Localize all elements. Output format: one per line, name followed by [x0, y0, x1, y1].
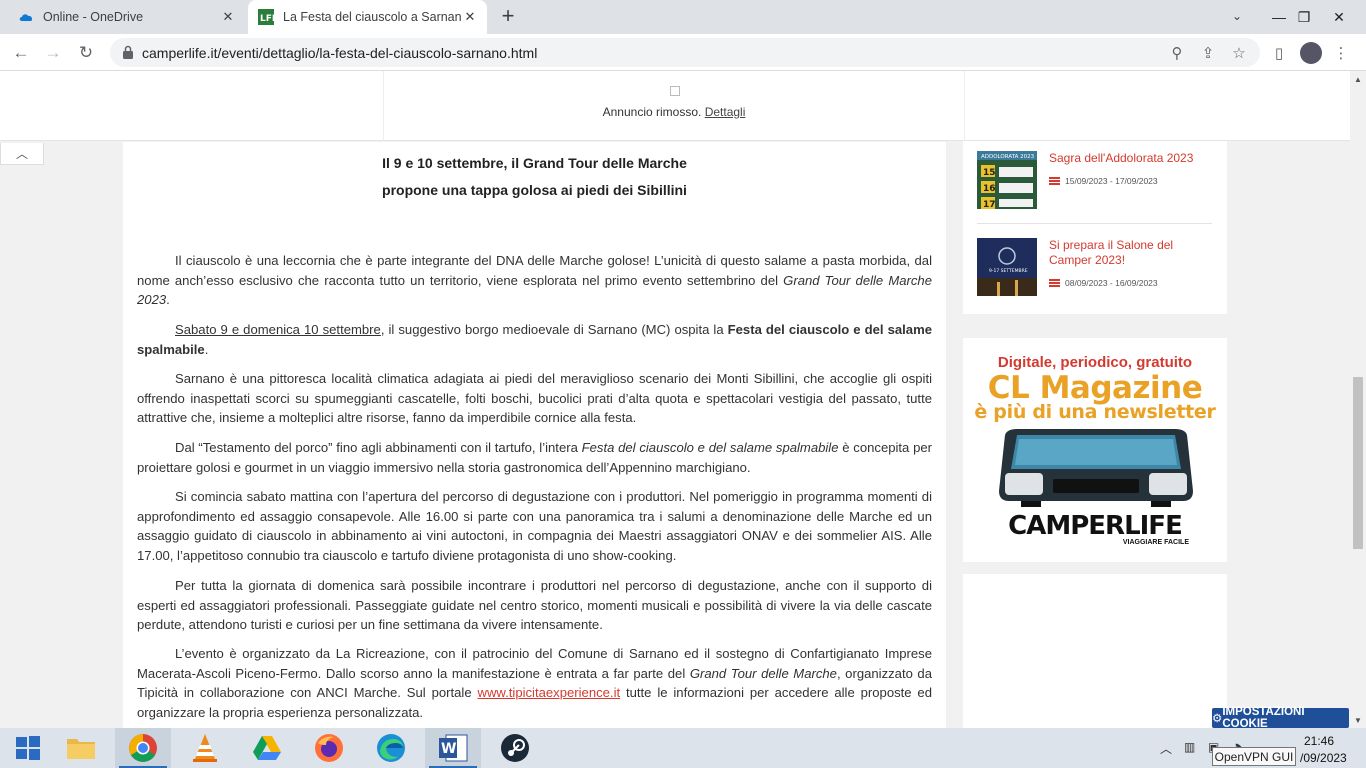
calendar-lines-icon	[1049, 279, 1060, 287]
tab-strip: Online - OneDrive ✕ LFE La Festa del cia…	[0, 0, 1366, 34]
url-text: camperlife.it/eventi/dettaglio/la-festa-…	[142, 45, 538, 61]
cookie-settings-button[interactable]: ⚙ IMPOSTAZIONI COOKIE	[1212, 706, 1349, 728]
close-window-button[interactable]: ✕	[1324, 0, 1354, 34]
removed-ad-box: Annuncio rimosso. Dettagli	[383, 71, 965, 141]
collapse-ad-chevron-up-icon[interactable]: ︿	[0, 143, 44, 165]
event-thumbnail-salone-camper[interactable]: 9-17 SETTEMBRE	[977, 238, 1037, 296]
share-icon[interactable]: ⇪	[1198, 43, 1218, 63]
paragraph-1: Il ciauscolo è una leccornia che è parte…	[137, 253, 932, 308]
camper-van-front-icon	[999, 429, 1193, 507]
tab-camperlife[interactable]: LFE La Festa del ciauscolo a Sarnano ✕	[248, 0, 487, 34]
close-tab-icon[interactable]: ✕	[461, 8, 479, 26]
profile-avatar[interactable]	[1300, 42, 1322, 64]
tab-onedrive[interactable]: Online - OneDrive ✕	[8, 0, 245, 34]
paragraph-6: Per tutta la giornata di domenica sarà p…	[137, 578, 932, 633]
tray-overflow-chevron-icon[interactable]: ︿	[1160, 740, 1172, 757]
event-title-addolorata[interactable]: Sagra dell'Addolorata 2023	[1049, 151, 1219, 166]
tab-search-icon[interactable]: ⌄	[1232, 9, 1242, 23]
edge-icon	[377, 734, 405, 762]
paragraph-2: Sabato 9 e domenica 10 settembre, il sug…	[137, 322, 932, 357]
svg-text:16: 16	[983, 184, 996, 194]
camperlife-logo-tagline: VIAGGIARE FACILE	[1122, 539, 1189, 546]
paragraph-5: Si comincia sabato mattina con l’apertur…	[137, 489, 932, 563]
taskbar-google-drive[interactable]	[239, 728, 295, 768]
event-date-addolorata: 15/09/2023 - 17/09/2023	[1065, 176, 1158, 186]
browser-toolbar: ← → ↻ camperlife.it/eventi/dettaglio/la-…	[0, 34, 1366, 71]
tab-title: Online - OneDrive	[43, 10, 144, 24]
openvpn-tooltip: OpenVPN GUI	[1212, 747, 1296, 766]
scrollbar-thumb[interactable]	[1353, 377, 1363, 549]
headline-line-1: Il 9 e 10 settembre, il Grand Tour delle…	[382, 155, 687, 171]
firefox-icon	[315, 734, 343, 762]
steam-icon	[501, 734, 529, 762]
ad-details-link[interactable]: Dettagli	[705, 105, 746, 119]
ad-removed-icon	[670, 86, 680, 96]
gear-icon: ⚙	[1212, 713, 1223, 725]
start-button[interactable]	[0, 728, 56, 768]
svg-text:W: W	[441, 741, 456, 757]
page-scrollbar[interactable]: ▲ ▼	[1350, 71, 1366, 728]
svg-text:ADDOLORATA 2023: ADDOLORATA 2023	[981, 154, 1035, 160]
new-tab-button[interactable]: +	[497, 5, 519, 28]
back-button[interactable]: ←	[8, 40, 34, 66]
close-tab-icon[interactable]: ✕	[219, 8, 237, 26]
event-title-salone-camper[interactable]: Si prepara il Salone del Camper 2023!	[1049, 238, 1219, 268]
svg-text:15: 15	[983, 168, 996, 178]
event-date-salone-camper: 08/09/2023 - 16/09/2023	[1065, 278, 1158, 288]
restore-button[interactable]: ❐	[1289, 0, 1319, 34]
svg-text:17: 17	[983, 200, 996, 209]
folder-icon	[67, 739, 95, 759]
word-icon: W	[439, 734, 468, 762]
taskbar-chrome[interactable]	[115, 728, 171, 768]
scroll-up-arrow-icon[interactable]: ▲	[1350, 71, 1366, 87]
forward-button[interactable]: →	[40, 40, 66, 66]
article-body: Il 9 e 10 settembre, il Grand Tour delle…	[123, 142, 946, 728]
divider	[977, 223, 1212, 224]
taskbar-clock-date[interactable]: /09/2023	[1300, 751, 1347, 765]
svg-text:LFE: LFE	[260, 14, 274, 24]
lock-icon	[123, 45, 133, 59]
sidebar-empty-card	[963, 574, 1227, 728]
page-viewport: Annuncio rimosso. Dettagli ︿ Il 9 e 10 s…	[0, 71, 1350, 728]
paragraph-4: Dal “Testamento del porco” fino agli abb…	[137, 440, 933, 475]
ad-removed-text: Annuncio rimosso. Dettagli	[602, 105, 746, 119]
event-thumbnail-addolorata[interactable]: ADDOLORATA 2023 15 16 17	[977, 151, 1037, 209]
reload-button[interactable]: ↻	[73, 40, 99, 66]
camperlife-logo: CAMPERLIFE	[1008, 511, 1183, 541]
address-bar[interactable]: camperlife.it/eventi/dettaglio/la-festa-…	[110, 38, 1260, 67]
taskbar-vlc[interactable]	[177, 728, 233, 768]
sidebar-events-card: ADDOLORATA 2023 15 16 17 Sagra dell'Addo…	[963, 141, 1227, 314]
paragraph-7: L’evento è organizzato da La Ricreazione…	[137, 646, 932, 720]
chrome-icon	[129, 734, 157, 762]
calendar-lines-icon	[1049, 177, 1060, 185]
windows-logo-icon	[16, 736, 40, 760]
menu-kebab-icon[interactable]: ⋮	[1330, 42, 1352, 64]
tray-network-icon[interactable]: ▥	[1184, 740, 1195, 754]
onedrive-icon	[19, 14, 33, 21]
taskbar-file-explorer[interactable]	[53, 728, 109, 768]
bookmark-star-icon[interactable]: ☆	[1229, 43, 1249, 63]
svg-text:9-17 SETTEMBRE: 9-17 SETTEMBRE	[989, 268, 1028, 274]
scroll-down-arrow-icon[interactable]: ▼	[1350, 712, 1366, 728]
google-drive-icon	[253, 736, 281, 760]
ad-bar: Annuncio rimosso. Dettagli	[0, 71, 1350, 141]
tipicita-link[interactable]: www.tipicitaexperience.it	[477, 685, 620, 700]
paragraph-3: Sarnano è una pittoresca località climat…	[137, 371, 932, 426]
taskbar-edge[interactable]	[363, 728, 419, 768]
camperlife-favicon: LFE	[258, 9, 274, 25]
tab-title: La Festa del ciauscolo a Sarnano	[283, 10, 461, 24]
windows-taskbar: W ︿ ▥ ▣ 🔈 21:46 /09/2023	[0, 728, 1366, 768]
vlc-cone-icon	[193, 734, 217, 762]
taskbar-steam[interactable]	[487, 728, 543, 768]
zoom-icon[interactable]: ⚲	[1167, 43, 1187, 63]
headline-line-2: propone una tappa golosa ai piedi dei Si…	[382, 182, 687, 198]
taskbar-clock-time[interactable]: 21:46	[1304, 734, 1334, 748]
side-panel-icon[interactable]: ▯	[1268, 42, 1290, 64]
magazine-subtitle: è più di una newsletter	[974, 401, 1216, 423]
cl-magazine-banner[interactable]: Digitale, periodico, gratuito CL Magazin…	[963, 338, 1227, 562]
magazine-tagline: Digitale, periodico, gratuito	[997, 354, 1193, 371]
taskbar-word[interactable]: W	[425, 728, 481, 768]
taskbar-firefox[interactable]	[301, 728, 357, 768]
